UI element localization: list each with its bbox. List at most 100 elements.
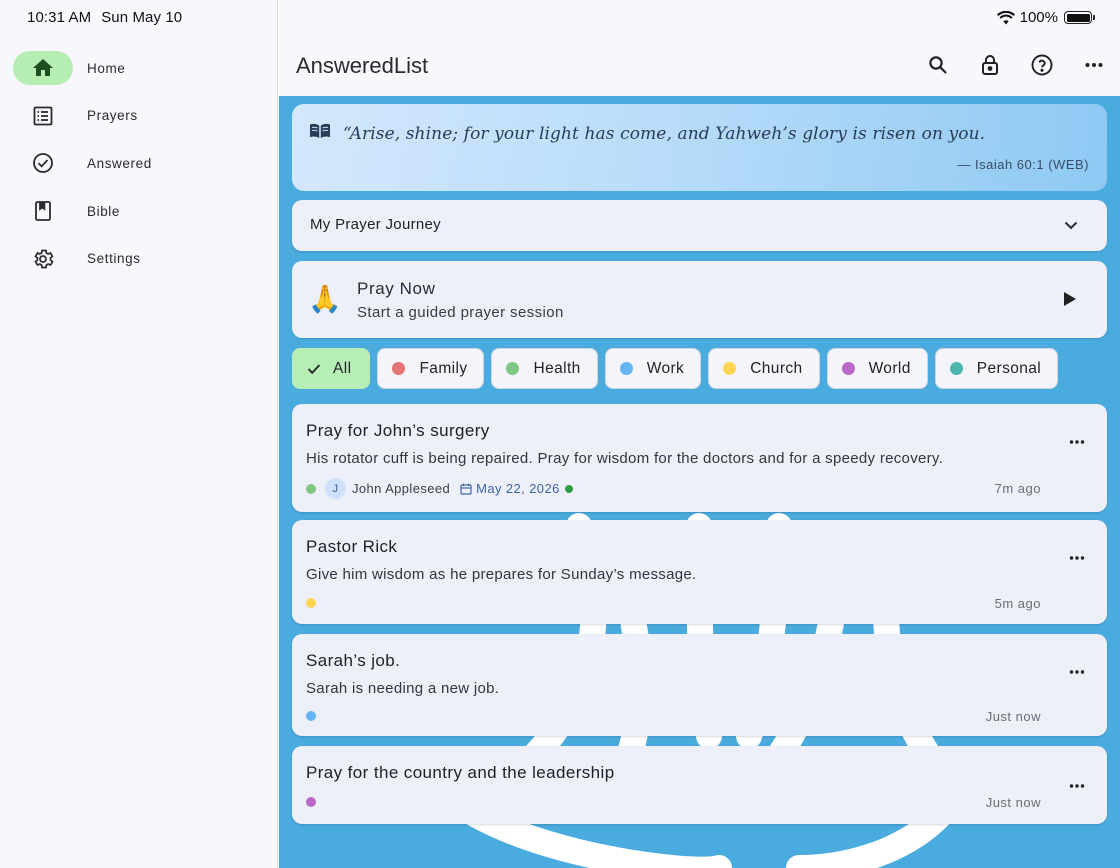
verse-text: “Arise, shine; for your light has come, … xyxy=(343,124,986,144)
category-dot xyxy=(949,362,963,375)
lock-icon xyxy=(982,55,998,75)
filter-chip-all[interactable]: All xyxy=(292,348,371,389)
prayer-card[interactable]: Pastor Rick Give him wisdom as he prepar… xyxy=(292,520,1107,624)
category-filter-chips: All Family Health Work Church World Pers… xyxy=(292,348,1065,389)
prayer-journey-dropdown[interactable]: My Prayer Journey xyxy=(292,200,1107,251)
person-name: John Appleseed xyxy=(352,481,451,496)
content-area[interactable]: “Arise, shine; for your light has come, … xyxy=(279,96,1120,868)
prayer-card[interactable]: Pray for the country and the leadership … xyxy=(292,746,1107,824)
prayer-time: Just now xyxy=(985,795,1041,810)
prayer-meta: J John Appleseed May 22, 2026 xyxy=(306,478,573,499)
pray-now-title: Pray Now xyxy=(357,279,436,298)
status-time: 10:31 AM xyxy=(27,9,92,26)
page-title: AnsweredList xyxy=(296,53,429,78)
prayer-description: His rotator cuff is being repaired. Pray… xyxy=(306,450,944,467)
sidebar-item-label: Answered xyxy=(87,155,152,171)
prayer-description: Give him wisdom as he prepares for Sunda… xyxy=(306,566,697,583)
book-icon xyxy=(13,194,73,228)
sidebar-item-settings[interactable]: Settings xyxy=(13,241,265,277)
more-icon xyxy=(1085,63,1103,67)
prayer-title: Pray for John’s surgery xyxy=(306,421,490,440)
filter-chip-family[interactable]: Family xyxy=(377,348,485,389)
more-icon[interactable] xyxy=(1069,434,1085,450)
prayer-meta xyxy=(306,711,316,721)
open-book-icon xyxy=(310,123,330,138)
sidebar-item-label: Home xyxy=(87,60,126,76)
prayer-card[interactable]: Sarah’s job. Sarah is needing a new job.… xyxy=(292,634,1107,736)
play-icon[interactable] xyxy=(1063,291,1077,307)
chip-label: World xyxy=(868,359,911,377)
sidebar-item-label: Prayers xyxy=(87,108,138,124)
wifi-icon xyxy=(996,10,1015,24)
prayer-time: 7m ago xyxy=(994,481,1041,496)
battery-icon xyxy=(1064,11,1095,24)
home-icon xyxy=(13,51,73,85)
more-icon[interactable] xyxy=(1069,664,1085,680)
search-button[interactable] xyxy=(912,50,964,80)
calendar-icon xyxy=(460,483,472,495)
more-icon[interactable] xyxy=(1069,550,1085,566)
sidebar-item-label: Bible xyxy=(87,203,121,219)
prayer-time: 5m ago xyxy=(994,596,1041,611)
journey-title: My Prayer Journey xyxy=(310,216,441,233)
more-icon[interactable] xyxy=(1069,778,1085,794)
date-chip: May 22, 2026 xyxy=(460,481,560,496)
gear-icon xyxy=(13,242,73,276)
prayer-title: Pray for the country and the leadership xyxy=(306,763,615,782)
category-dot xyxy=(619,362,633,375)
chip-label: All xyxy=(333,359,352,377)
sidebar: 10:31 AM Sun May 10 Home Prayers Answered… xyxy=(0,0,278,868)
category-dot xyxy=(306,598,316,608)
category-dot xyxy=(306,797,316,807)
filter-chip-church[interactable]: Church xyxy=(708,348,820,389)
prayer-meta xyxy=(306,797,316,807)
status-dot xyxy=(564,484,573,493)
check-icon xyxy=(307,363,321,374)
category-dot xyxy=(841,362,855,375)
help-button[interactable] xyxy=(1016,50,1068,80)
avatar: J xyxy=(325,478,346,499)
prayer-title: Sarah’s job. xyxy=(306,651,401,670)
list-icon xyxy=(13,99,73,133)
status-date: Sun May 10 xyxy=(101,9,183,26)
lock-button[interactable] xyxy=(964,50,1016,80)
battery-percent: 100% xyxy=(1019,9,1058,26)
chip-label: Family xyxy=(419,359,468,377)
prayer-description: Sarah is needing a new job. xyxy=(306,680,500,697)
nav-list: Home Prayers Answered Bible Settings xyxy=(13,50,265,288)
category-dot xyxy=(392,362,406,375)
sidebar-item-answered[interactable]: Answered xyxy=(13,145,265,181)
chip-label: Church xyxy=(750,359,803,377)
check-circle-icon xyxy=(13,146,73,180)
praying-hands-icon: 🙏 xyxy=(308,284,342,314)
toolbar-actions xyxy=(912,50,1120,80)
category-dot xyxy=(306,711,316,721)
category-dot xyxy=(306,483,316,494)
prayer-meta xyxy=(306,598,316,608)
search-icon xyxy=(929,56,947,74)
filter-chip-world[interactable]: World xyxy=(826,348,928,389)
category-dot xyxy=(506,362,520,375)
chip-label: Health xyxy=(533,359,581,377)
filter-chip-personal[interactable]: Personal xyxy=(934,348,1059,389)
prayer-title: Pastor Rick xyxy=(306,537,398,556)
prayer-time: Just now xyxy=(985,709,1041,724)
sidebar-item-prayers[interactable]: Prayers xyxy=(13,98,265,134)
pray-now-subtitle: Start a guided prayer session xyxy=(357,304,564,321)
filter-chip-work[interactable]: Work xyxy=(604,348,702,389)
sidebar-item-bible[interactable]: Bible xyxy=(13,193,265,229)
sidebar-item-home[interactable]: Home xyxy=(13,50,265,86)
help-icon xyxy=(1031,54,1053,76)
chevron-down-icon xyxy=(1064,221,1078,230)
category-dot xyxy=(723,362,737,375)
top-app-bar: 100% AnsweredList xyxy=(279,0,1120,96)
main-panel: 100% AnsweredList “Arise, shine; for you… xyxy=(279,0,1120,868)
more-options-button[interactable] xyxy=(1068,50,1120,80)
prayer-card[interactable]: Pray for John’s surgery His rotator cuff… xyxy=(292,404,1107,512)
status-bar-right: 100% xyxy=(996,9,1095,26)
pray-now-card[interactable]: 🙏 Pray Now Start a guided prayer session xyxy=(292,261,1107,338)
status-bar-left: 10:31 AM Sun May 10 xyxy=(27,9,182,26)
sidebar-item-label: Settings xyxy=(87,251,141,267)
prayer-date: May 22, 2026 xyxy=(476,481,560,496)
filter-chip-health[interactable]: Health xyxy=(491,348,598,389)
